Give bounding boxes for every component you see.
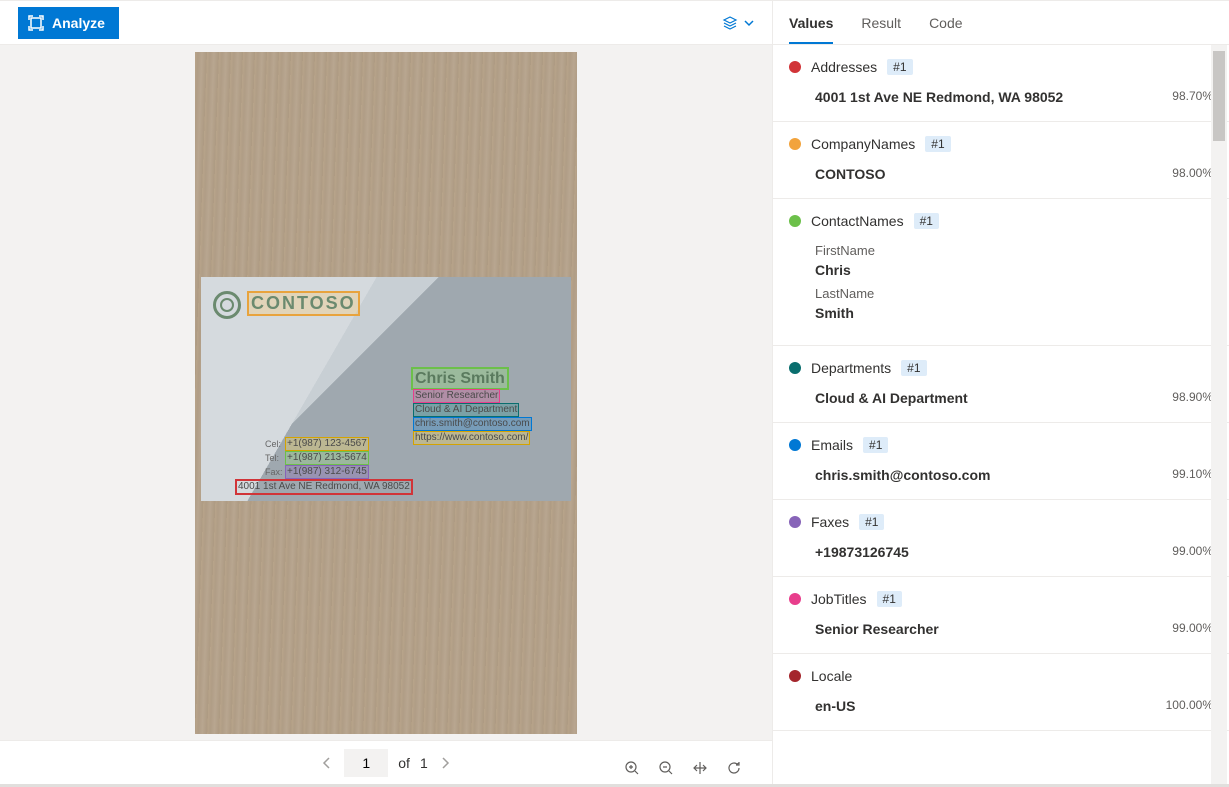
chevron-down-icon — [744, 18, 754, 28]
field-color-dot — [789, 593, 801, 605]
field-confidence: 98.90% — [1172, 390, 1213, 404]
field-value: chris.smith@contoso.com — [815, 467, 1172, 483]
hl-fax: +1(987) 312-6745 — [285, 465, 369, 479]
field-value: 4001 1st Ave NE Redmond, WA 98052 — [815, 89, 1172, 105]
analyze-icon — [28, 15, 44, 31]
subfield-value: Smith — [815, 305, 1213, 321]
tab-values[interactable]: Values — [789, 1, 833, 44]
field-value: Cloud & AI Department — [815, 390, 1172, 406]
field-value: Senior Researcher — [815, 621, 1172, 637]
field-badge: #1 — [863, 437, 888, 453]
hl-title: Senior Researcher — [413, 389, 500, 403]
field-name: JobTitles — [811, 591, 867, 607]
toolbar: Analyze — [0, 1, 772, 45]
field-confidence: 99.10% — [1172, 467, 1213, 481]
field-name: Addresses — [811, 59, 877, 75]
field-confidence: 99.00% — [1172, 544, 1213, 558]
hl-company: CONTOSO — [247, 291, 360, 317]
fax-label: Fax: — [265, 467, 283, 478]
next-page-button[interactable] — [438, 756, 452, 770]
hl-email: chris.smith@contoso.com — [413, 417, 532, 431]
field-badge: #1 — [887, 59, 912, 75]
field-confidence: 99.00% — [1172, 621, 1213, 635]
document-preview-panel: Analyze CONTOSO Chris Smith Senior Resea… — [0, 1, 773, 784]
analyze-label: Analyze — [52, 15, 105, 31]
subfield-value: Chris — [815, 262, 1213, 278]
field-group[interactable]: ContactNames #1 FirstName Chris LastName Smit… — [773, 199, 1229, 346]
field-group[interactable]: Locale en-US100.00% — [773, 654, 1229, 731]
scrollbar[interactable] — [1211, 45, 1227, 784]
field-value: en-US — [815, 698, 1166, 714]
subfield-label: FirstName — [815, 243, 1213, 258]
scrollbar-thumb[interactable] — [1213, 51, 1225, 141]
field-confidence: 98.70% — [1172, 89, 1213, 103]
hl-name: Chris Smith — [411, 367, 509, 390]
hl-tel: +1(987) 213-5674 — [285, 451, 369, 465]
hl-website: https://www.contoso.com/ — [413, 431, 530, 445]
business-card-image: CONTOSO Chris Smith Senior Researcher Cl… — [201, 277, 571, 501]
image-viewport[interactable]: CONTOSO Chris Smith Senior Researcher Cl… — [0, 45, 772, 740]
tab-result[interactable]: Result — [861, 1, 901, 44]
field-confidence: 98.00% — [1172, 166, 1213, 180]
tel-label: Tel: — [265, 453, 279, 464]
field-group[interactable]: Addresses #1 4001 1st Ave NE Redmond, WA 9… — [773, 45, 1229, 122]
field-name: CompanyNames — [811, 136, 915, 152]
field-name: Emails — [811, 437, 853, 453]
result-tabs: Values Result Code — [773, 1, 1229, 45]
results-list[interactable]: Addresses #1 4001 1st Ave NE Redmond, WA 9… — [773, 45, 1229, 784]
field-confidence: 100.00% — [1166, 698, 1213, 712]
field-group[interactable]: Faxes #1 +1987312674599.00% — [773, 500, 1229, 577]
pager: of 1 — [0, 740, 772, 784]
page-total: 1 — [420, 755, 428, 771]
field-color-dot — [789, 215, 801, 227]
field-group[interactable]: Emails #1 chris.smith@contoso.com99.10% — [773, 423, 1229, 500]
cell-label: Cel: — [265, 439, 281, 450]
field-group[interactable]: JobTitles #1 Senior Researcher99.00% — [773, 577, 1229, 654]
analyze-button[interactable]: Analyze — [18, 7, 119, 39]
rotate-button[interactable] — [726, 760, 742, 776]
field-color-dot — [789, 61, 801, 73]
field-color-dot — [789, 516, 801, 528]
hl-cell: +1(987) 123-4567 — [285, 437, 369, 451]
hl-address: 4001 1st Ave NE Redmond, WA 98052 — [235, 479, 413, 495]
field-name: Faxes — [811, 514, 849, 530]
field-name: Locale — [811, 668, 852, 684]
field-color-dot — [789, 439, 801, 451]
hl-dept: Cloud & AI Department — [413, 403, 519, 417]
prev-page-button[interactable] — [320, 756, 334, 770]
field-badge: #1 — [859, 514, 884, 530]
field-color-dot — [789, 670, 801, 682]
field-color-dot — [789, 362, 801, 374]
fit-button[interactable] — [692, 760, 708, 776]
field-group[interactable]: CompanyNames #1 CONTOSO98.00% — [773, 122, 1229, 199]
layers-dropdown[interactable] — [722, 15, 754, 31]
field-badge: #1 — [914, 213, 939, 229]
subfield-label: LastName — [815, 286, 1213, 301]
zoom-out-button[interactable] — [658, 760, 674, 776]
page-of-label: of — [398, 755, 410, 771]
results-panel: Values Result Code Addresses #1 4001 1st A… — [773, 1, 1229, 784]
company-logo-icon — [213, 291, 241, 319]
field-group[interactable]: Departments #1 Cloud & AI Department98.90% — [773, 346, 1229, 423]
field-badge: #1 — [877, 591, 902, 607]
layers-icon — [722, 15, 738, 31]
field-badge: #1 — [901, 360, 926, 376]
tab-code[interactable]: Code — [929, 1, 962, 44]
field-value: CONTOSO — [815, 166, 1172, 182]
zoom-in-button[interactable] — [624, 760, 640, 776]
field-name: Departments — [811, 360, 891, 376]
page-input[interactable] — [344, 749, 388, 777]
field-color-dot — [789, 138, 801, 150]
field-badge: #1 — [925, 136, 950, 152]
field-value: +19873126745 — [815, 544, 1172, 560]
field-name: ContactNames — [811, 213, 904, 229]
